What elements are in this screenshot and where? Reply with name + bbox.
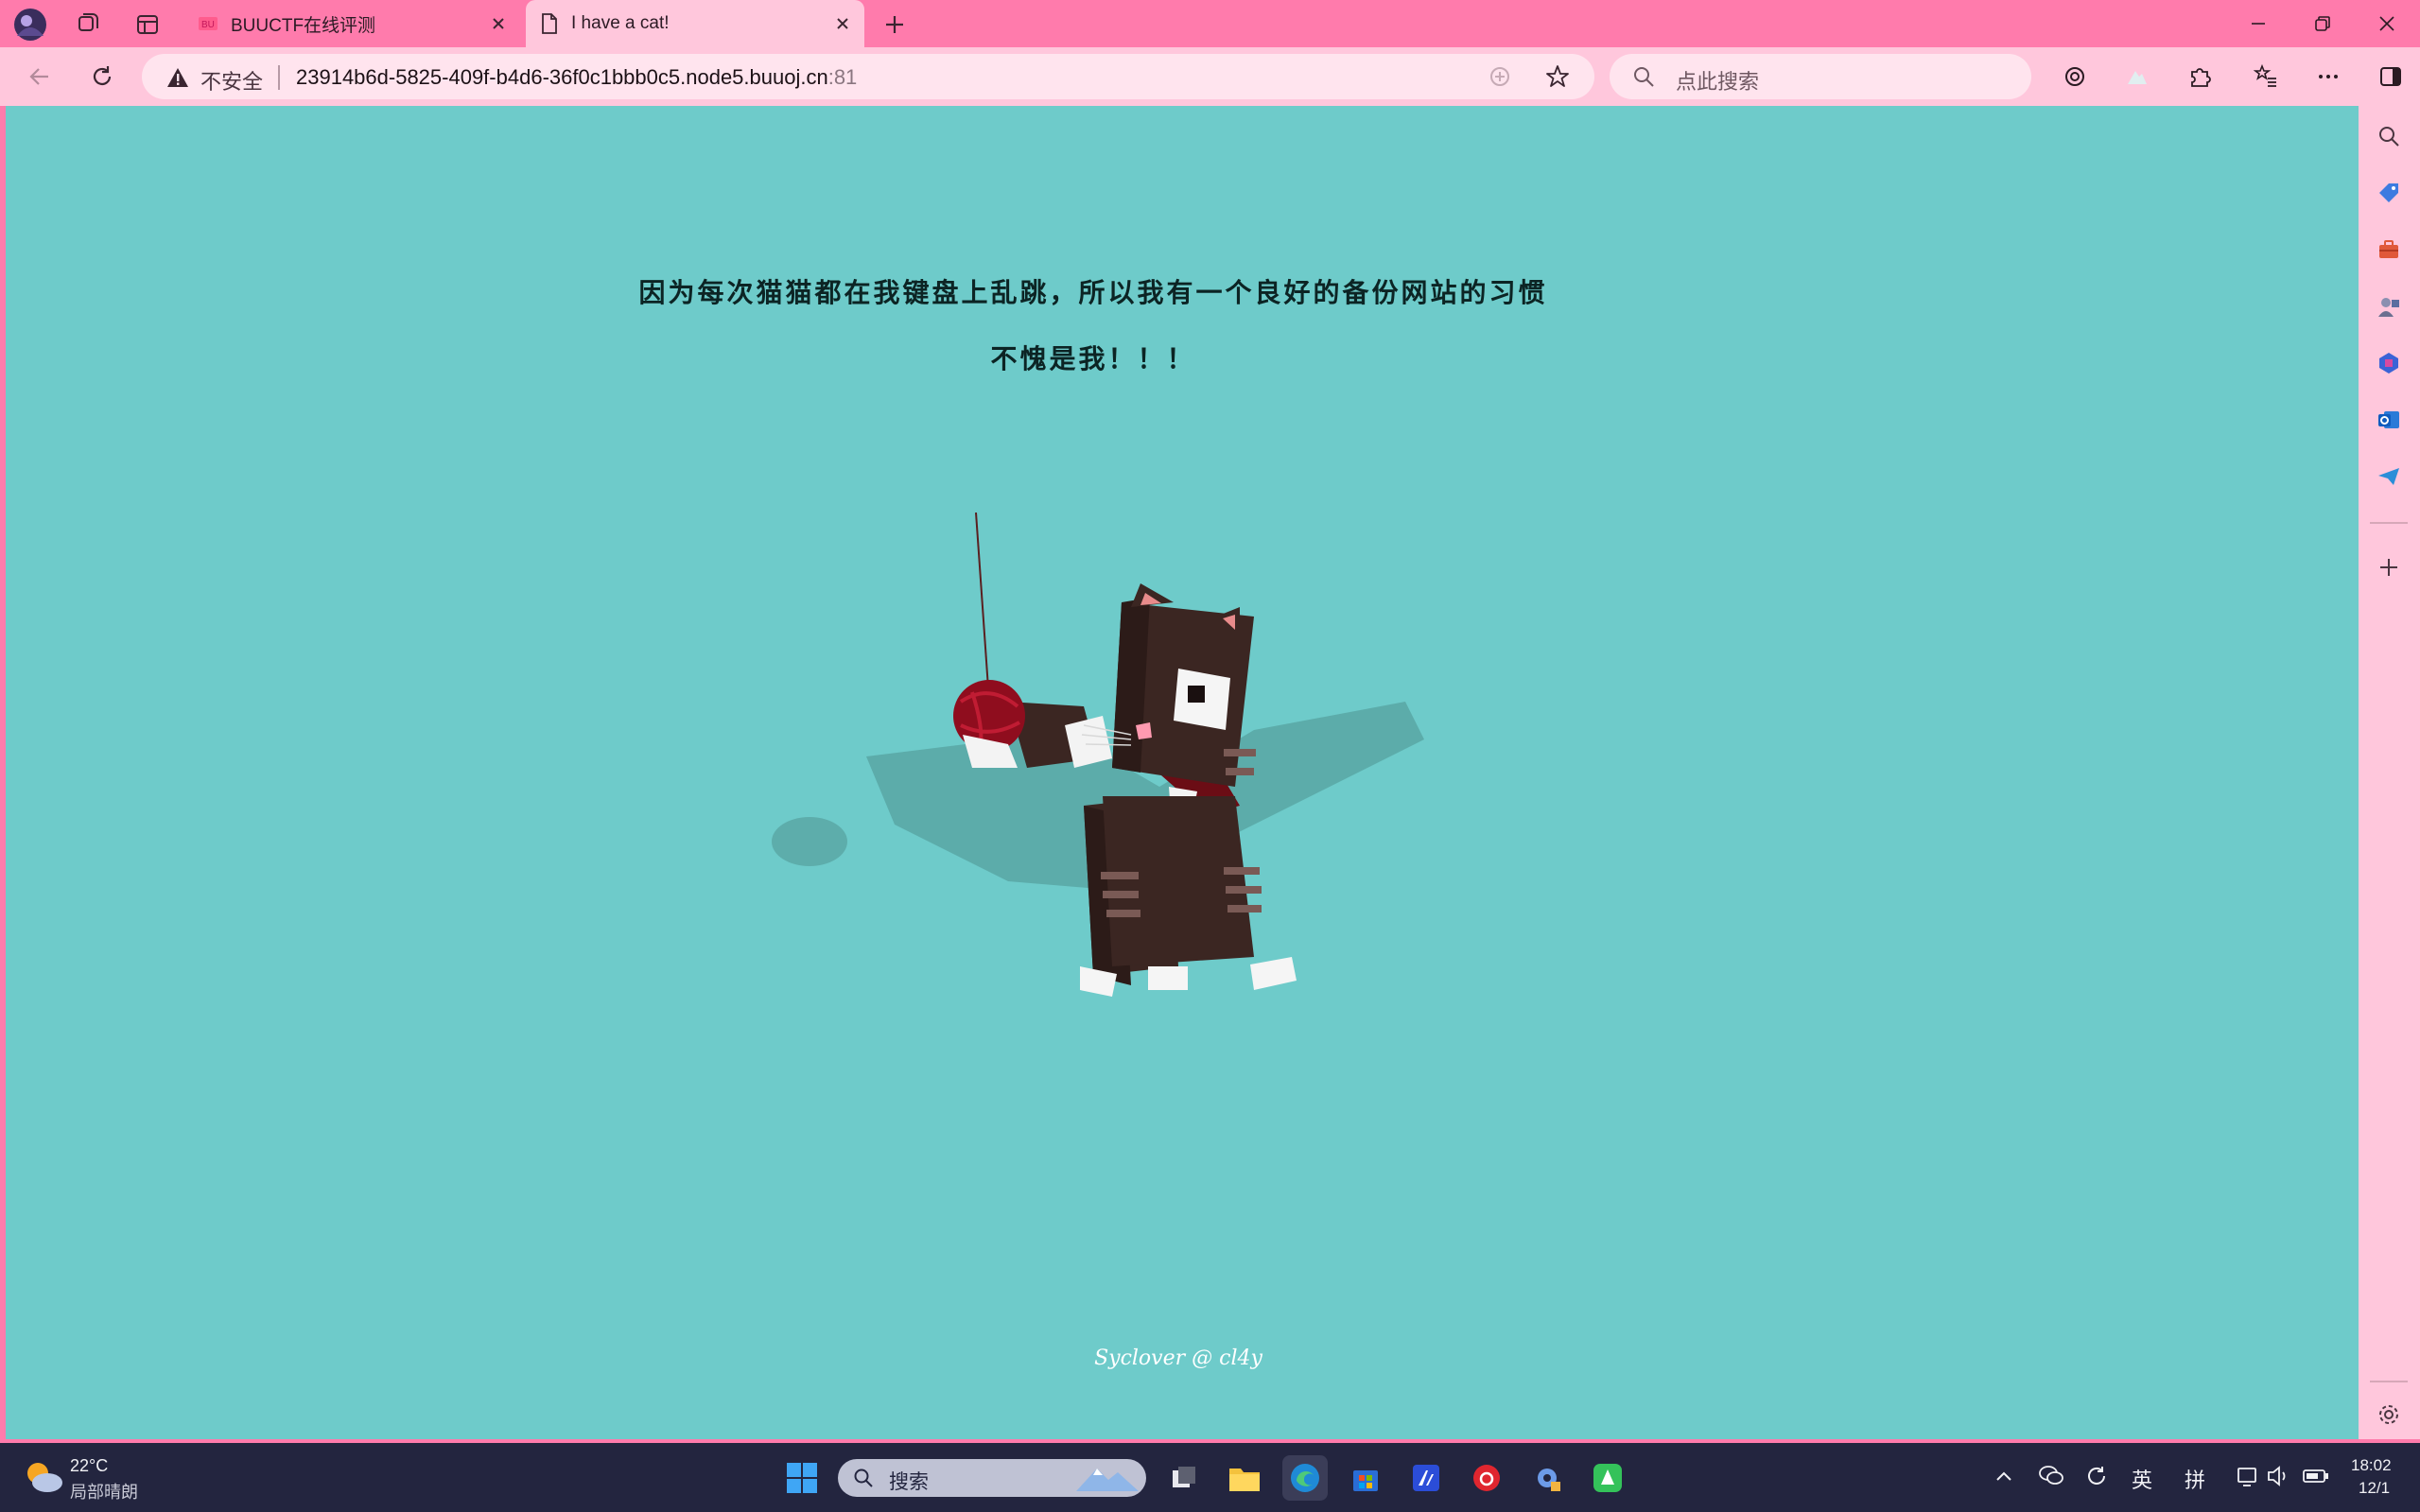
outlook-icon[interactable]: [2368, 399, 2410, 441]
title-bar: BU BUUCTF在线评测 I have a cat!: [0, 0, 2420, 47]
tab-buuctf[interactable]: BU BUUCTF在线评测: [185, 0, 520, 47]
buuctf-icon: BU: [199, 17, 218, 30]
back-arrow-icon[interactable]: [21, 58, 59, 96]
weather-icon[interactable]: [21, 1458, 64, 1496]
netease-music-icon[interactable]: [1464, 1455, 1509, 1501]
sidebar-divider: [2370, 1381, 2408, 1382]
close-icon[interactable]: [486, 11, 511, 36]
control-panel-icon[interactable]: [1524, 1455, 1570, 1501]
page-viewport: 因为每次猫猫都在我键盘上乱跳，所以我有一个良好的备份网站的习惯 不愧是我！！！: [6, 106, 2359, 1439]
sidebar-search-icon[interactable]: [2368, 115, 2410, 157]
games-icon[interactable]: [2368, 286, 2410, 327]
restore-button[interactable]: [2290, 0, 2355, 47]
warning-icon[interactable]: [166, 67, 189, 88]
clock-date[interactable]: 12/1: [2359, 1479, 2390, 1498]
address-bar[interactable]: 不安全 23914b6d-5825-409f-b4d6-36f0c1bbb0c5…: [142, 54, 1594, 99]
mountain-icon: [1074, 1463, 1140, 1495]
url-port: :81: [827, 65, 858, 89]
network-icon[interactable]: [2236, 1464, 2260, 1488]
page-message-line1: 因为每次猫猫都在我键盘上乱跳，所以我有一个良好的备份网站的习惯: [638, 277, 1548, 308]
battery-icon[interactable]: [2302, 1464, 2330, 1488]
address-divider: [278, 65, 280, 90]
volume-icon[interactable]: [2266, 1464, 2290, 1488]
url-text[interactable]: 23914b6d-5825-409f-b4d6-36f0c1bbb0c5.nod…: [296, 65, 857, 90]
file-explorer-icon[interactable]: [1222, 1455, 1267, 1501]
weather-description[interactable]: 局部晴朗: [70, 1479, 138, 1503]
extensions-puzzle-icon[interactable]: [2181, 58, 2219, 96]
page-icon: [541, 13, 558, 34]
microsoft-store-icon[interactable]: [1343, 1455, 1388, 1501]
settings-gear-icon[interactable]: [2368, 1394, 2410, 1435]
taskbar-search[interactable]: 搜索: [838, 1459, 1146, 1497]
search-input[interactable]: 点此搜索: [1610, 54, 2031, 99]
weather-temperature[interactable]: 22°C: [70, 1456, 108, 1476]
ime-language-indicator[interactable]: 英: [2132, 1464, 2152, 1494]
profile-avatar[interactable]: [8, 6, 53, 43]
wechat-tray-icon[interactable]: [2039, 1464, 2063, 1486]
page-credit: Syclover @ cl4y: [1094, 1347, 1262, 1370]
search-icon: [1632, 65, 1655, 88]
translate-icon[interactable]: [1489, 65, 1511, 88]
minimize-button[interactable]: [2226, 0, 2290, 47]
refresh-icon[interactable]: [83, 58, 121, 96]
clock-time[interactable]: 18:02: [2351, 1456, 2392, 1475]
search-placeholder: 点此搜索: [1676, 70, 1760, 94]
favorites-list-icon[interactable]: [2247, 58, 2285, 96]
green-app-icon[interactable]: [1585, 1455, 1630, 1501]
task-view-icon[interactable]: [1161, 1455, 1207, 1501]
page-message-line2: 不愧是我！！！: [990, 343, 1196, 374]
search-icon: [853, 1468, 874, 1488]
browser-toolbar: 不安全 23914b6d-5825-409f-b4d6-36f0c1bbb0c5…: [0, 47, 2420, 106]
copilot-icon[interactable]: [2368, 342, 2410, 384]
sidebar-toggle-icon[interactable]: [2372, 58, 2410, 96]
chatgpt-extension-icon[interactable]: [2056, 58, 2094, 96]
edge-sidebar: [2359, 106, 2420, 1439]
taskbar-search-placeholder: 搜索: [889, 1471, 929, 1493]
send-icon[interactable]: [2368, 456, 2410, 497]
sidebar-divider: [2370, 522, 2408, 524]
toolbox-icon[interactable]: [2368, 229, 2410, 270]
shopping-tag-icon[interactable]: [2368, 172, 2410, 214]
url-host: 23914b6d-5825-409f-b4d6-36f0c1bbb0c5.nod…: [296, 65, 828, 89]
mountain-extension-icon[interactable]: [2118, 58, 2156, 96]
more-options-icon[interactable]: [2309, 58, 2347, 96]
tab-title: BUUCTF在线评测: [231, 15, 376, 36]
vertical-tabs-icon[interactable]: [125, 6, 170, 43]
visual-studio-icon[interactable]: [1403, 1455, 1449, 1501]
close-icon[interactable]: [830, 11, 855, 36]
windows-taskbar: 22°C 局部晴朗 搜索 英 拼 18:02 12/1: [0, 1443, 2420, 1512]
svg-text:BU: BU: [201, 20, 215, 30]
ime-mode-indicator[interactable]: 拼: [2185, 1464, 2205, 1494]
edge-browser-icon[interactable]: [1282, 1455, 1328, 1501]
add-icon[interactable]: [2368, 547, 2410, 588]
window-close-button[interactable]: [2355, 0, 2419, 47]
workspaces-icon[interactable]: [64, 6, 110, 43]
chevron-up-icon[interactable]: [1993, 1466, 2014, 1486]
cat-illustration: [724, 513, 1576, 1174]
favorite-star-icon[interactable]: [1545, 64, 1570, 89]
tab-i-have-a-cat[interactable]: I have a cat!: [526, 0, 864, 47]
windows-start-icon[interactable]: [779, 1455, 825, 1501]
security-status-label[interactable]: 不安全: [200, 65, 263, 96]
new-tab-button[interactable]: [872, 6, 917, 43]
sync-tray-icon[interactable]: [2084, 1464, 2109, 1488]
tab-title: I have a cat!: [571, 13, 670, 33]
